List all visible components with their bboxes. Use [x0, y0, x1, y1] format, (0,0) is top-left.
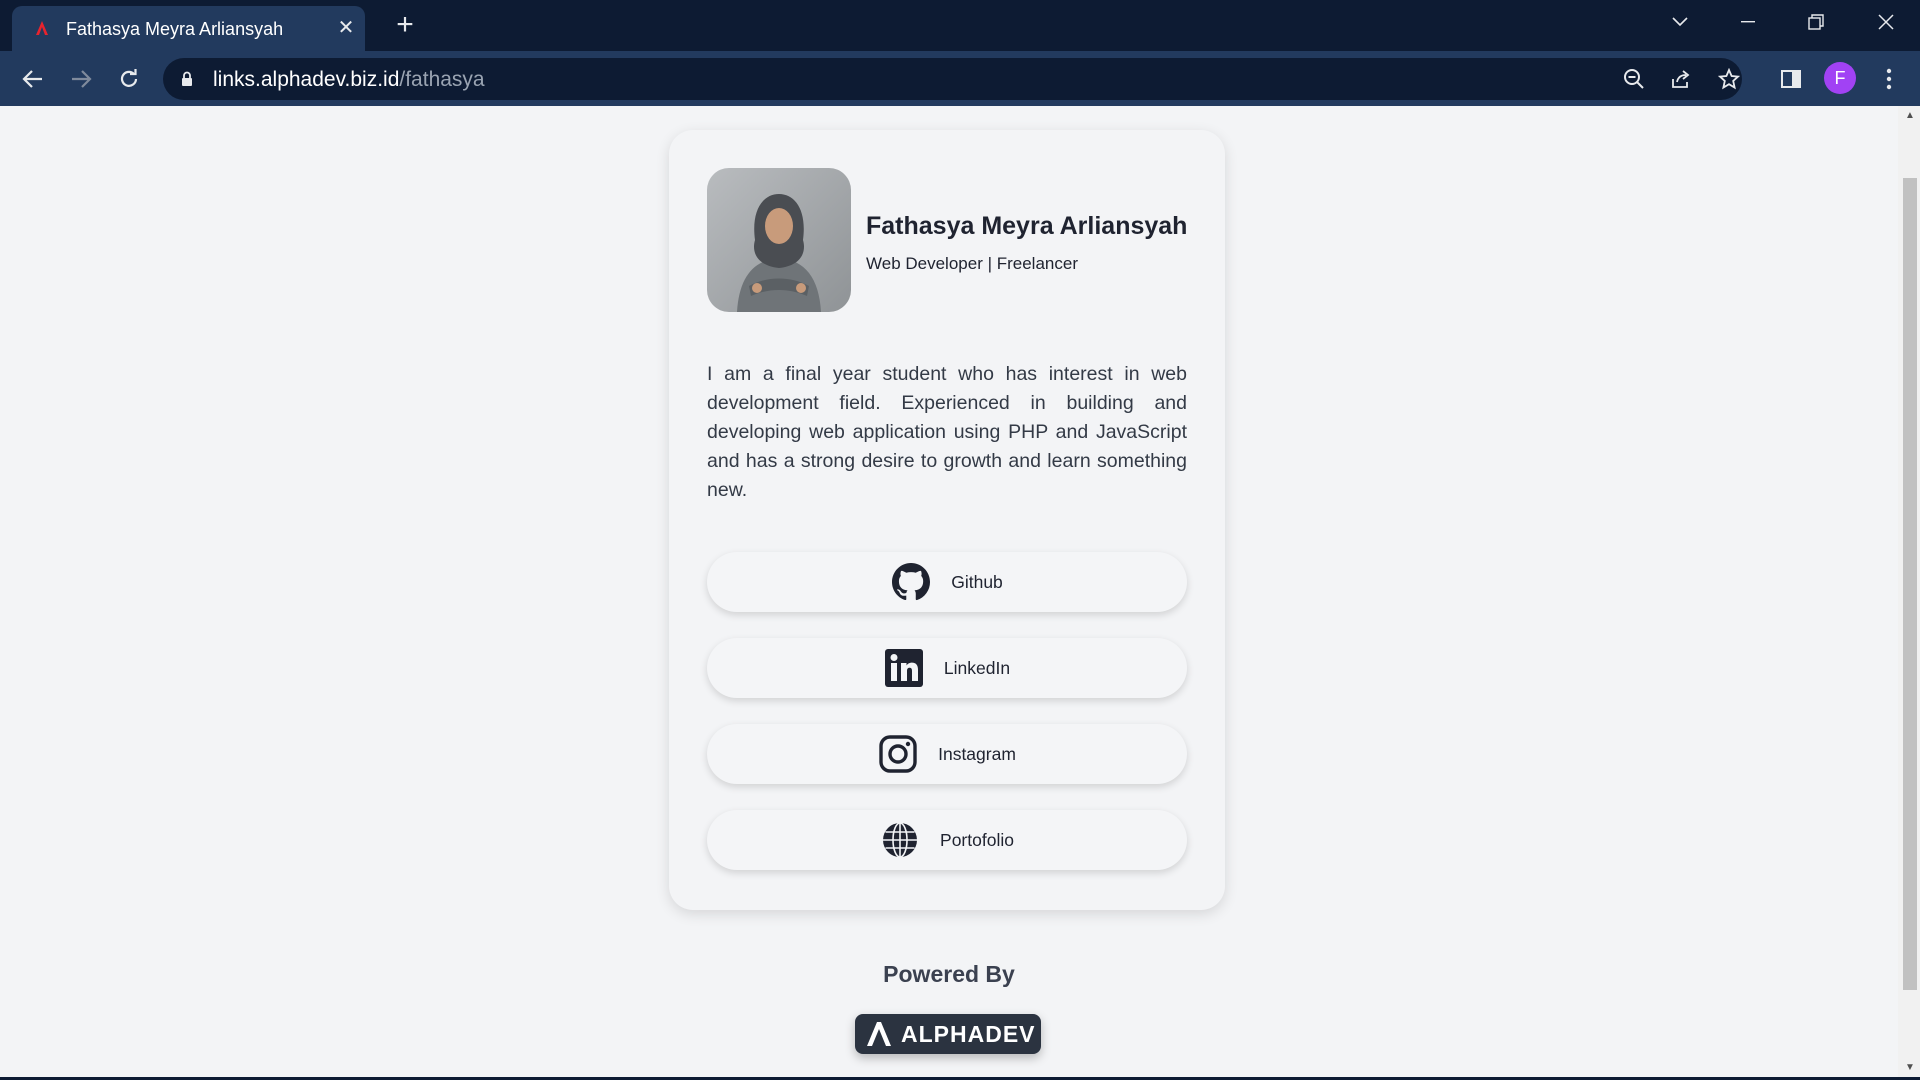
minimize-icon[interactable] — [1718, 0, 1778, 44]
github-link-label: Github — [951, 571, 1003, 592]
profile-name: Fathasya Meyra Arliansyah — [866, 212, 1188, 240]
profile-avatar[interactable]: F — [1824, 62, 1856, 94]
url-host: links.alphadev.biz.id — [213, 68, 400, 91]
page-scrollbar[interactable]: ▲ ▼ — [1898, 106, 1920, 1080]
browser-tab-active[interactable]: Fathasya Meyra Arliansyah ✕ — [12, 6, 365, 51]
profile-role: Web Developer | Freelancer — [866, 254, 1078, 273]
portofolio-link-button[interactable]: Portofolio — [707, 810, 1187, 870]
restore-icon[interactable] — [1786, 0, 1846, 44]
lock-icon — [182, 71, 192, 86]
tab-search-icon[interactable] — [1650, 0, 1710, 44]
instagram-link-button[interactable]: Instagram — [707, 724, 1187, 784]
bookmark-star-icon[interactable] — [1716, 66, 1742, 92]
powered-by-label: Powered By — [883, 961, 1015, 987]
page-viewport: Fathasya Meyra Arliansyah Web Developer … — [0, 106, 1898, 1080]
profile-photo — [707, 168, 851, 312]
url-text: links.alphadev.biz.id/fathasya — [213, 68, 485, 92]
github-link-button[interactable]: Github — [707, 552, 1187, 612]
linkedin-icon — [884, 648, 924, 688]
url-path: /fathasya — [399, 68, 485, 91]
forward-icon[interactable] — [66, 64, 96, 94]
browser-toolbar: links.alphadev.biz.id/fathasya F — [0, 51, 1920, 106]
linkedin-link-button[interactable]: LinkedIn — [707, 638, 1187, 698]
zoom-icon[interactable] — [1621, 66, 1647, 92]
instagram-link-label: Instagram — [938, 743, 1016, 764]
browser-titlebar: Fathasya Meyra Arliansyah ✕ + — [0, 0, 1920, 51]
back-icon[interactable] — [18, 64, 48, 94]
scroll-down-arrow-icon[interactable]: ▼ — [1903, 1062, 1917, 1076]
menu-kebab-icon[interactable] — [1874, 64, 1904, 94]
tab-title: Fathasya Meyra Arliansyah — [66, 19, 284, 39]
brand-name: ALPHADEV — [901, 1020, 1036, 1047]
tab-close-icon[interactable]: ✕ — [336, 18, 356, 38]
profile-card: Fathasya Meyra Arliansyah Web Developer … — [669, 130, 1225, 910]
side-panel-icon[interactable] — [1776, 64, 1806, 94]
globe-icon — [880, 820, 920, 860]
close-window-icon[interactable] — [1856, 0, 1916, 44]
scroll-up-arrow-icon[interactable]: ▲ — [1903, 110, 1917, 124]
alphadev-logo-icon — [867, 1022, 891, 1046]
profile-bio: I am a final year student who has intere… — [707, 363, 1187, 501]
alphadev-favicon-icon — [36, 21, 48, 35]
share-icon[interactable] — [1668, 66, 1694, 92]
address-bar[interactable]: links.alphadev.biz.id/fathasya — [163, 58, 1742, 100]
alphadev-brand-badge[interactable]: ALPHADEV — [855, 1014, 1041, 1054]
portofolio-link-label: Portofolio — [940, 829, 1014, 850]
new-tab-button[interactable]: + — [390, 10, 420, 40]
linkedin-link-label: LinkedIn — [943, 657, 1011, 678]
scroll-thumb[interactable] — [1903, 178, 1917, 990]
github-icon — [891, 562, 931, 602]
reload-icon[interactable] — [114, 64, 144, 94]
instagram-icon — [878, 734, 918, 774]
